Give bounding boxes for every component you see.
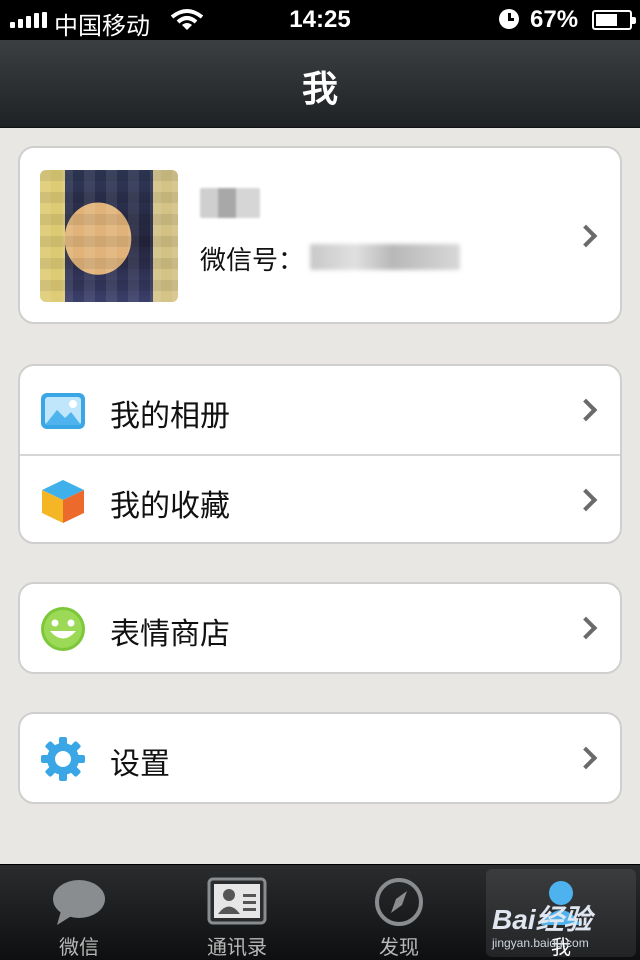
tab-label: 发现 [379,935,419,959]
battery-level-fill [596,14,618,26]
chevron-right-icon [574,616,598,640]
menu-item-album[interactable]: 我的相册 [20,366,620,454]
title-bar: 我 [0,40,640,128]
avatar [40,170,178,302]
battery-icon [592,10,636,30]
menu-item-favorites[interactable]: 我的收藏 [20,454,620,542]
page-title: 我 [301,69,338,110]
chevron-right-icon [574,488,598,512]
smiley-icon [41,607,85,651]
chat-bubble-icon [53,880,105,925]
menu-item-label: 表情商店 [110,617,230,652]
favorites-box-icon [42,480,84,523]
baidu-jingyan-watermark: Bai经验 jingyan.baidu.com [492,898,612,950]
chevron-right-icon [574,398,598,422]
wechat-id-blurred [310,244,460,270]
tab-discover[interactable]: 发现 [324,869,474,959]
status-bar: 中国移动 14:25 67% [0,0,640,40]
tab-label: 微信 [59,935,99,959]
contacts-card-icon [207,877,267,925]
menu-item-label: 设置 [110,747,170,782]
photo-album-icon [41,393,85,429]
tab-chats[interactable]: 微信 [4,869,154,959]
watermark-main: Bai经验 [492,904,592,935]
alarm-icon [499,9,519,29]
nickname-blurred [200,188,260,218]
menu-item-label: 我的收藏 [110,489,230,524]
menu-group-personal: 我的相册 我的收藏 [18,364,622,544]
tab-contacts[interactable]: 通讯录 [162,869,312,959]
profile-card[interactable]: 微信号： [18,146,622,324]
wechat-id-label: 微信号： [200,246,305,276]
battery-percentage: 67% [530,6,579,33]
menu-item-label: 我的相册 [110,399,230,434]
gear-icon [41,737,85,781]
menu-item-sticker-store[interactable]: 表情商店 [20,584,620,672]
chevron-right-icon [574,224,598,248]
menu-group-settings: 设置 [18,712,622,804]
compass-icon [375,878,423,926]
menu-group-stickers: 表情商店 [18,582,622,674]
chevron-right-icon [574,746,598,770]
watermark-sub: jingyan.baidu.com [492,936,589,950]
menu-item-settings[interactable]: 设置 [20,714,620,802]
tab-label: 通讯录 [207,935,267,959]
